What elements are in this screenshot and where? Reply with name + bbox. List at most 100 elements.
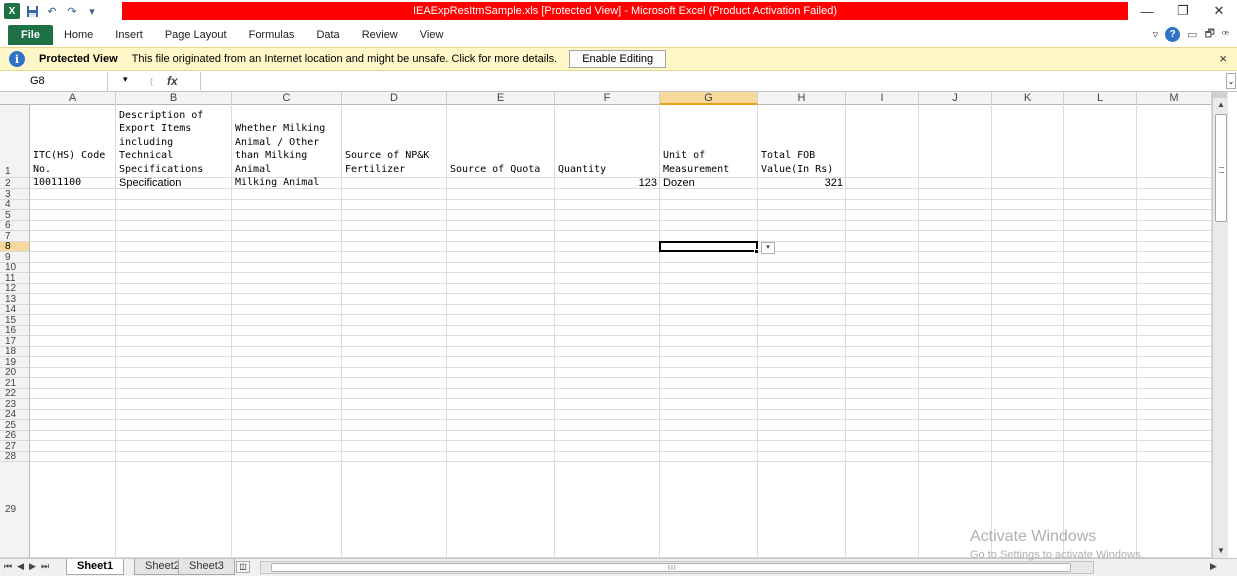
header-cell-d[interactable]: Source of NP&K Fertilizer: [345, 149, 446, 176]
customize-icon[interactable]: ▾: [84, 3, 100, 19]
sheet-tab-sheet3[interactable]: Sheet3: [178, 559, 235, 575]
formula-buttons: ( fx: [150, 71, 178, 91]
row-header-4[interactable]: 4: [0, 200, 30, 210]
name-box[interactable]: G8: [0, 71, 108, 91]
sheet-nav-first-icon[interactable]: ⏮: [4, 561, 12, 572]
tab-page-layout[interactable]: Page Layout: [154, 22, 238, 47]
row-header-12[interactable]: 12: [0, 284, 30, 294]
fill-handle[interactable]: [754, 249, 759, 254]
protected-view-message[interactable]: This file originated from an Internet lo…: [132, 53, 558, 65]
header-cell-b[interactable]: Description of Export Items including Techn…: [119, 109, 231, 176]
formula-input[interactable]: [200, 72, 1227, 90]
tab-home[interactable]: Home: [53, 22, 104, 47]
undo-icon[interactable]: ↶: [44, 3, 60, 19]
sheet-nav-prev-icon[interactable]: ◀: [17, 561, 24, 572]
row-header-29[interactable]: 29: [0, 462, 30, 558]
tab-data[interactable]: Data: [305, 22, 350, 47]
row-header-8[interactable]: 8: [0, 242, 30, 252]
column-header-a[interactable]: A: [30, 92, 116, 105]
gridline: [30, 367, 1212, 368]
vertical-scroll-thumb[interactable]: [1215, 114, 1227, 222]
redo-icon[interactable]: ↷: [64, 3, 80, 19]
header-cell-h[interactable]: Total FOB Value(In Rs): [761, 149, 845, 176]
gridline: [30, 262, 1212, 263]
tab-view[interactable]: View: [409, 22, 455, 47]
column-header-c[interactable]: C: [232, 92, 342, 105]
horizontal-scroll-thumb[interactable]: III: [271, 563, 1071, 572]
header-cell-f[interactable]: Quantity: [558, 163, 659, 176]
column-header-b[interactable]: B: [116, 92, 232, 105]
close-icon[interactable]: ×: [1219, 51, 1227, 66]
row-header-18[interactable]: 18: [0, 347, 30, 357]
column-header-g[interactable]: G: [660, 92, 758, 105]
name-box-dropdown-icon[interactable]: ▾: [123, 74, 128, 85]
column-header-l[interactable]: L: [1064, 92, 1137, 105]
minimize-ribbon-icon[interactable]: ▿: [1153, 28, 1159, 41]
enable-editing-button[interactable]: Enable Editing: [569, 50, 667, 68]
expand-formula-bar-icon[interactable]: ⌄: [1226, 73, 1236, 89]
row-header-1[interactable]: 1: [0, 105, 30, 178]
cell-dropdown-icon[interactable]: ▾: [761, 242, 775, 254]
header-cell-a[interactable]: ITC(HS) Code No.: [33, 149, 115, 176]
header-cell-line: ITC(HS) Code: [33, 150, 106, 162]
cell-c2[interactable]: Milking Animal: [235, 177, 339, 189]
header-cell-g[interactable]: Unit of Measurement: [663, 149, 757, 176]
sheet-nav-next-icon[interactable]: ▶: [29, 561, 36, 572]
active-cell-g8[interactable]: [659, 241, 758, 252]
row-header-22[interactable]: 22: [0, 389, 30, 399]
close-button[interactable]: ✕: [1201, 0, 1237, 22]
column-header-k[interactable]: K: [992, 92, 1064, 105]
cell-b2[interactable]: Specification: [119, 177, 229, 189]
minimize-button[interactable]: —: [1129, 0, 1165, 22]
column-header-e[interactable]: E: [447, 92, 555, 105]
row-header-16[interactable]: 16: [0, 326, 30, 336]
horizontal-scrollbar[interactable]: III: [260, 561, 1094, 574]
cancel-icon[interactable]: (: [150, 76, 153, 86]
row-header-28[interactable]: 28: [0, 452, 30, 462]
gridline: [30, 409, 1212, 410]
workbook-minimize-icon[interactable]: ▭: [1187, 28, 1197, 41]
workbook-restore-icon[interactable]: 🗗: [1205, 25, 1215, 44]
vertical-scrollbar[interactable]: ▲ ▼: [1212, 92, 1228, 558]
workbook-close-icon[interactable]: ꟹ: [1222, 28, 1229, 41]
row-header-10[interactable]: 10: [0, 263, 30, 273]
insert-sheet-icon[interactable]: ◫: [236, 561, 250, 573]
header-cell-line: than Milking: [235, 150, 308, 162]
save-icon[interactable]: [24, 3, 40, 19]
worksheet-grid[interactable]: ABCDEFGHIJKLM 1 2 3 4 5 6 7 8 9 10 11 12 13 14 15 16 17 1…: [0, 92, 1212, 558]
column-header-m[interactable]: M: [1137, 92, 1212, 105]
row-header-26[interactable]: 26: [0, 431, 30, 441]
tab-formulas[interactable]: Formulas: [238, 22, 306, 47]
scroll-down-icon[interactable]: ▼: [1213, 544, 1229, 558]
column-header-h[interactable]: H: [758, 92, 846, 105]
split-box[interactable]: [1213, 92, 1227, 98]
excel-logo-icon[interactable]: X: [4, 3, 20, 19]
row-header-24[interactable]: 24: [0, 410, 30, 420]
row-header-6[interactable]: 6: [0, 221, 30, 231]
row-header-14[interactable]: 14: [0, 305, 30, 315]
cell-h2[interactable]: 321: [761, 177, 843, 189]
sheet-tab-sheet1[interactable]: Sheet1: [66, 559, 125, 575]
sheet-nav-last-icon[interactable]: ⏭: [41, 561, 49, 572]
header-cell-line: Source of NP&K: [345, 150, 430, 162]
scroll-up-icon[interactable]: ▲: [1213, 98, 1229, 112]
column-header-d[interactable]: D: [342, 92, 447, 105]
cell-g2[interactable]: Dozen: [663, 177, 755, 189]
tab-review[interactable]: Review: [351, 22, 409, 47]
tab-file[interactable]: File: [8, 25, 53, 45]
tab-insert[interactable]: Insert: [104, 22, 154, 47]
restore-button[interactable]: ❐: [1165, 0, 1201, 22]
cell-f2[interactable]: 123: [558, 177, 657, 189]
header-cell-c[interactable]: Whether Milking Animal / Other than Milkin…: [235, 122, 341, 176]
insert-function-icon[interactable]: fx: [167, 74, 178, 88]
column-header-j[interactable]: J: [919, 92, 992, 105]
cell-a2[interactable]: 10011100: [33, 177, 113, 189]
row-header-2[interactable]: 2: [0, 178, 30, 189]
column-header-f[interactable]: F: [555, 92, 660, 105]
row-header-20[interactable]: 20: [0, 368, 30, 378]
scroll-right-icon[interactable]: ▶: [1210, 561, 1217, 572]
watermark-subtitle: Go to Settings to activate Windows.: [970, 549, 1144, 561]
help-icon[interactable]: ?: [1165, 27, 1181, 42]
header-cell-e[interactable]: Source of Quota: [450, 163, 554, 176]
column-header-i[interactable]: I: [846, 92, 919, 105]
